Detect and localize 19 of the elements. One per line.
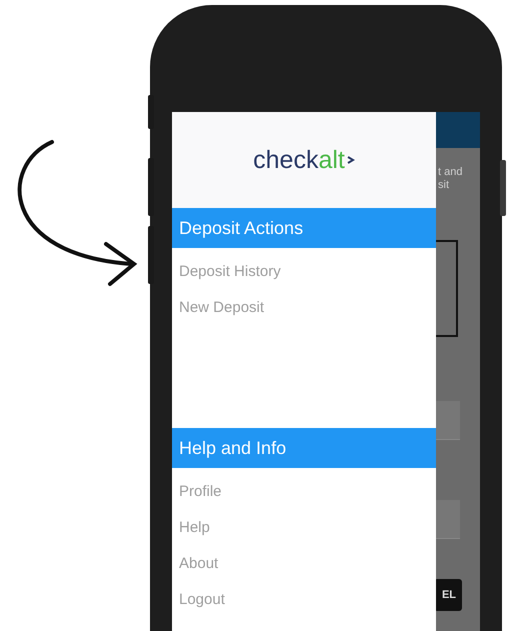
menu-item[interactable]: About bbox=[172, 546, 224, 582]
description-text: t and bbox=[438, 166, 464, 179]
side-button[interactable] bbox=[500, 160, 506, 216]
menu-item[interactable]: Help bbox=[172, 510, 216, 546]
description-text: sit bbox=[438, 179, 450, 192]
section-header: Help and Info bbox=[172, 428, 436, 468]
side-button[interactable] bbox=[148, 95, 154, 129]
menu-item[interactable]: New Deposit bbox=[172, 290, 270, 326]
input-field[interactable] bbox=[434, 500, 460, 539]
side-button[interactable] bbox=[148, 226, 154, 284]
menu-item[interactable]: Profile bbox=[172, 474, 228, 510]
brand-logo: checkalt bbox=[253, 146, 345, 174]
side-button[interactable] bbox=[148, 158, 154, 216]
section-header: Deposit Actions bbox=[172, 208, 436, 248]
menu-item[interactable]: Deposit History bbox=[172, 254, 287, 290]
menu-item[interactable]: Logout bbox=[172, 582, 231, 618]
chevron-icon bbox=[346, 156, 355, 164]
cancel-button[interactable]: EL bbox=[434, 579, 462, 611]
input-field[interactable] bbox=[434, 401, 460, 440]
